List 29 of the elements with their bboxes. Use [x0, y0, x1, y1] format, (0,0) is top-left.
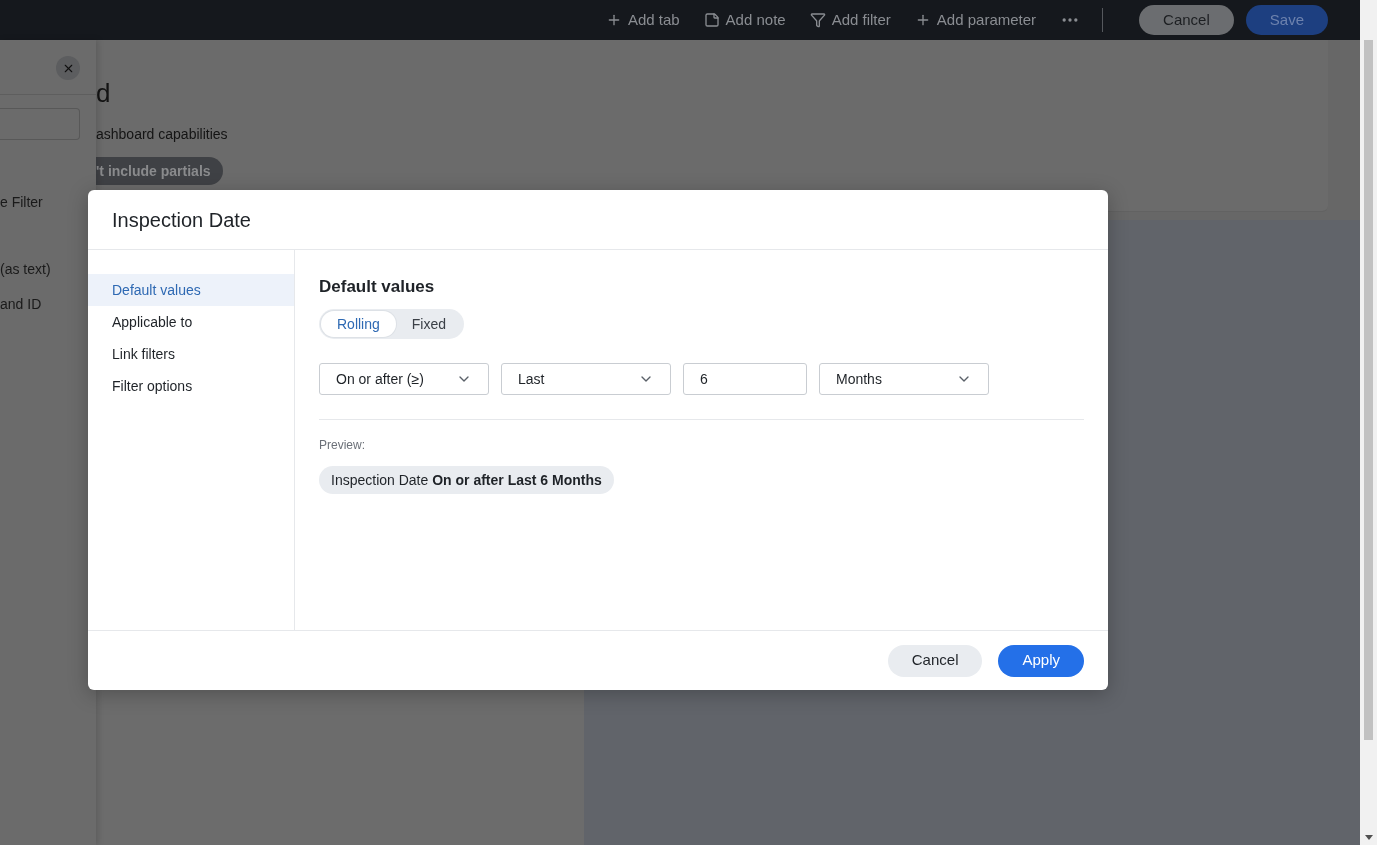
- mode-option[interactable]: Fixed: [395, 311, 463, 338]
- preview-chip: Inspection Date On or after Last 6 Months: [319, 466, 614, 495]
- apply-button[interactable]: Apply: [998, 644, 1084, 677]
- nav-item[interactable]: Filter options: [88, 370, 294, 402]
- dashboard-subtitle: ashboard capabilities: [96, 125, 228, 144]
- section-title: Default values: [319, 276, 436, 298]
- info-chip: 't include partials: [96, 157, 223, 185]
- close-button[interactable]: [56, 56, 80, 80]
- dropdown[interactable]: Last: [501, 363, 671, 396]
- nav-item[interactable]: Link filters: [88, 338, 294, 370]
- mode-option[interactable]: Rolling: [321, 311, 396, 338]
- nav-item[interactable]: Default values: [88, 274, 294, 306]
- toolbar-button[interactable]: Add tab: [605, 8, 680, 32]
- scroll-down-icon[interactable]: [1364, 835, 1373, 840]
- toolbar-button[interactable]: Add parameter: [914, 8, 1037, 32]
- scrollbar[interactable]: [1360, 0, 1377, 845]
- toolbar-button[interactable]: Add filter: [809, 8, 891, 32]
- dialog-title: Inspection Date: [112, 207, 251, 233]
- dropdown[interactable]: Months: [819, 363, 989, 396]
- dropdown[interactable]: On or after (≥): [319, 363, 489, 396]
- filter-icon: [809, 12, 826, 28]
- dashboard-title: d: [96, 80, 111, 106]
- cancel-button[interactable]: Cancel: [887, 644, 983, 677]
- cancel-button[interactable]: Cancel: [1139, 5, 1234, 35]
- toolbar-button[interactable]: Add note: [703, 8, 786, 32]
- number-field[interactable]: 6: [683, 363, 807, 396]
- note-icon: [703, 12, 720, 28]
- nav-item[interactable]: Applicable to: [88, 306, 294, 338]
- preview-label: Preview:: [319, 437, 366, 455]
